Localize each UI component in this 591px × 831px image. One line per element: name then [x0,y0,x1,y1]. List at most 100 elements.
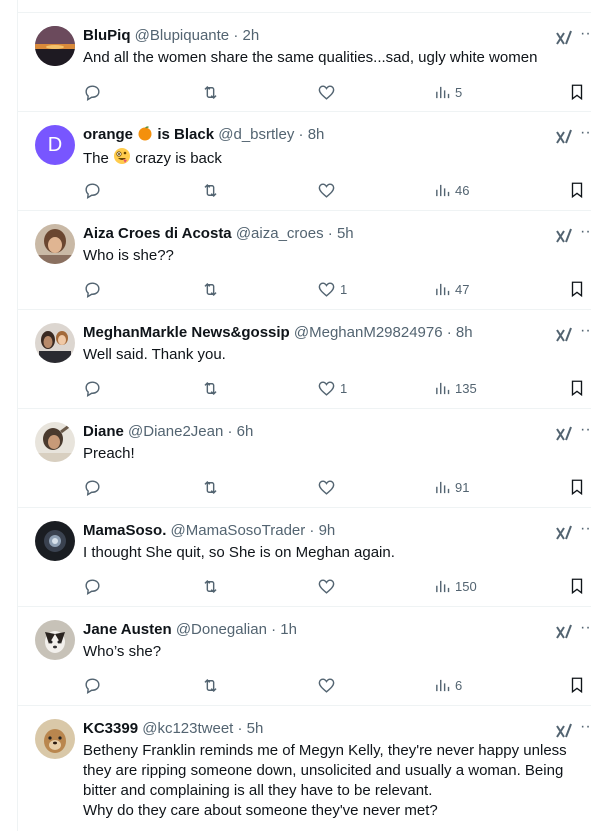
retweet-button[interactable] [201,178,220,202]
bookmark-button[interactable] [568,475,586,499]
like-button[interactable] [317,673,340,697]
more-options-icon[interactable]: ··· [580,520,591,538]
bookmark-icon [571,84,583,101]
avatar[interactable] [35,224,75,264]
grok-icon[interactable] [556,722,573,744]
like-button[interactable]: 1 [317,277,347,301]
avatar[interactable] [35,719,75,759]
retweet-button[interactable] [201,80,220,104]
more-options-icon[interactable]: ··· [580,124,591,142]
timestamp[interactable]: 8h [308,126,325,143]
bookmark-button[interactable] [568,376,586,400]
views-button[interactable]: 135 [434,376,477,400]
display-name[interactable]: Aiza Croes di Acosta [83,225,232,242]
retweet-button[interactable] [201,277,220,301]
reply-tweet[interactable]: D orange is Black @d_bsrtley · 8h The cr… [18,112,591,211]
bookmark-button[interactable] [568,277,586,301]
timestamp[interactable]: 6h [237,423,254,440]
reply-button[interactable] [83,178,102,202]
views-button[interactable]: 91 [434,475,469,499]
views-button[interactable]: 150 [434,574,477,598]
like-button[interactable] [317,178,340,202]
more-options-icon[interactable]: ··· [580,718,591,736]
bookmark-icon [571,380,583,397]
display-name[interactable]: Diane [83,423,124,440]
display-name[interactable]: Jane Austen [83,621,172,638]
heart-icon [318,281,335,297]
reply-tweet[interactable]: MeghanMarkle News&gossip @MeghanM2982497… [18,310,591,409]
handle[interactable]: @Blupiquante [135,27,229,44]
timestamp[interactable]: 2h [242,27,259,44]
reply-tweet[interactable]: MamaSoso. @MamaSosoTrader · 9h I thought… [18,508,591,607]
handle[interactable]: @MeghanM29824976 [294,324,443,341]
views-button[interactable]: 46 [434,178,469,202]
views-button[interactable]: 6 [434,673,462,697]
handle[interactable]: @kc123tweet [142,720,233,737]
grok-icon[interactable] [556,326,573,348]
retweet-button[interactable] [201,673,220,697]
bookmark-button[interactable] [568,178,586,202]
reply-button[interactable] [83,673,102,697]
more-options-icon[interactable]: ··· [580,421,591,439]
timestamp[interactable]: 5h [337,225,354,242]
avatar[interactable] [35,323,75,363]
handle[interactable]: @MamaSosoTrader [171,522,306,539]
grok-icon[interactable] [556,128,573,150]
reply-button[interactable] [83,80,102,104]
timestamp[interactable]: 8h [456,324,473,341]
grok-icon[interactable] [556,425,573,447]
timestamp[interactable]: 1h [280,621,297,638]
views-button[interactable]: 5 [434,80,462,104]
grok-icon[interactable] [556,29,573,51]
handle[interactable]: @Diane2Jean [128,423,223,440]
avatar[interactable] [35,422,75,462]
reply-button[interactable] [83,277,102,301]
grok-icon[interactable] [556,524,573,546]
separator: · [327,225,333,242]
like-button[interactable] [317,80,340,104]
more-options-icon[interactable]: ··· [580,25,591,43]
display-name[interactable]: KC3399 [83,720,138,737]
handle[interactable]: @d_bsrtley [218,126,294,143]
retweet-button[interactable] [201,475,220,499]
bookmark-button[interactable] [568,80,586,104]
more-options-icon[interactable]: ··· [580,619,591,637]
grok-icon[interactable] [556,227,573,249]
more-options-icon[interactable]: ··· [580,322,591,340]
reply-button[interactable] [83,475,102,499]
reply-button[interactable] [83,574,102,598]
timestamp[interactable]: 5h [247,720,264,737]
avatar[interactable] [35,521,75,561]
handle[interactable]: @aiza_croes [236,225,324,242]
heart-icon [318,677,335,693]
display-name[interactable]: MeghanMarkle News&gossip [83,324,290,341]
display-name[interactable]: orange is Black [83,126,214,143]
reply-tweet[interactable]: BluPiq @Blupiquante · 2h And all the wom… [18,13,591,112]
like-button[interactable] [317,475,340,499]
reply-tweet[interactable]: Aiza Croes di Acosta @aiza_croes · 5h Wh… [18,211,591,310]
bookmark-button[interactable] [568,574,586,598]
display-name[interactable]: MamaSoso. [83,522,166,539]
timestamp[interactable]: 9h [319,522,336,539]
reply-icon [85,677,100,694]
like-button[interactable] [317,574,340,598]
retweet-button[interactable] [201,376,220,400]
reply-tweet[interactable]: KC3399 @kc123tweet · 5h Betheny Franklin… [18,706,591,831]
views-button[interactable]: 47 [434,277,469,301]
avatar[interactable] [35,620,75,660]
heart-icon [318,479,335,495]
like-button[interactable]: 1 [317,376,347,400]
avatar[interactable]: D [35,125,75,165]
reply-tweet[interactable]: Jane Austen @Donegalian · 1h Who’s she? … [18,607,591,706]
display-name[interactable]: BluPiq [83,27,131,44]
views-icon [436,184,450,196]
handle[interactable]: @Donegalian [176,621,267,638]
reply-button[interactable] [83,376,102,400]
bookmark-button[interactable] [568,673,586,697]
tweet-text: Who’s she? [83,643,162,660]
grok-icon[interactable] [556,623,573,645]
more-options-icon[interactable]: ··· [580,223,591,241]
retweet-button[interactable] [201,574,220,598]
avatar[interactable] [35,26,75,66]
reply-tweet[interactable]: Diane @Diane2Jean · 6h Preach! ··· 91 [18,409,591,508]
